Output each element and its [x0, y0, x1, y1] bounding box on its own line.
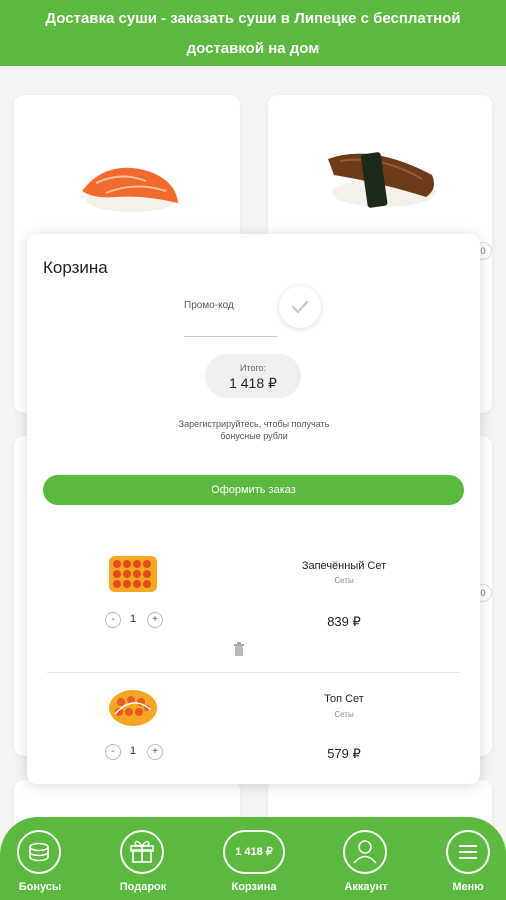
menu-icon — [446, 830, 490, 874]
nav-label: Подарок — [119, 881, 167, 893]
increase-quantity-button[interactable]: + — [147, 612, 163, 628]
promo-code-label: Промо-код — [184, 300, 234, 311]
checkout-button[interactable]: Оформить заказ — [43, 475, 464, 505]
cart-title: Корзина — [43, 258, 108, 277]
nav-label: Корзина — [231, 881, 277, 893]
coins-icon — [17, 830, 61, 874]
item-quantity: 1 — [129, 745, 137, 757]
user-icon — [343, 830, 387, 874]
item-divider — [47, 672, 460, 673]
gift-icon — [120, 830, 164, 874]
trash-icon[interactable] — [233, 642, 245, 656]
increase-quantity-button[interactable]: + — [147, 744, 163, 760]
item-name: Запечённый Сет — [301, 560, 387, 572]
sushi-set-image — [109, 556, 157, 592]
nav-item-gift[interactable]: Подарок — [103, 817, 183, 900]
nav-item-cart[interactable]: 1 418 ₽ Корзина — [222, 817, 286, 900]
total-label: Итого: — [239, 363, 267, 373]
nav-item-menu[interactable]: Меню — [428, 817, 506, 900]
nav-label: Аккаунт — [344, 881, 388, 893]
promo-apply-button[interactable] — [279, 286, 321, 328]
item-category: Сеты — [334, 576, 354, 585]
item-price: 579 ₽ — [327, 746, 361, 761]
bottom-navigation: Бонусы Подарок 1 418 ₽ Корзина Аккаунт М… — [0, 817, 506, 900]
eel-nigiri-image — [328, 152, 436, 208]
item-price: 839 ₽ — [327, 614, 361, 629]
nav-item-account[interactable]: Аккаунт — [326, 817, 406, 900]
nav-label: Бонусы — [18, 881, 62, 893]
page-title: Доставка суши - заказать суши в Липецке … — [45, 10, 461, 57]
salmon-nigiri-image — [82, 167, 178, 212]
total-value: 1 418 ₽ — [229, 375, 277, 391]
cart-panel: Корзина Промо-код Итого: 1 418 ₽ Зарегис… — [27, 234, 480, 784]
item-name: Топ Сет — [324, 693, 364, 705]
promo-code-input[interactable] — [184, 336, 277, 337]
sushi-set-image — [109, 690, 157, 726]
page-header: Доставка суши - заказать суши в Липецке … — [0, 0, 506, 66]
item-category: Сеты — [334, 710, 354, 719]
cart-total-badge: 1 418 ₽ — [223, 830, 285, 874]
total-summary: Итого: 1 418 ₽ — [205, 354, 301, 398]
nav-item-bonuses[interactable]: Бонусы — [0, 817, 80, 900]
decrease-quantity-button[interactable]: - — [105, 612, 121, 628]
decrease-quantity-button[interactable]: - — [105, 744, 121, 760]
check-icon — [292, 301, 308, 313]
register-note: Зарегистрируйтесь, чтобы получать бонусн… — [178, 419, 330, 441]
nav-label: Меню — [452, 881, 484, 893]
item-quantity: 1 — [129, 613, 137, 625]
